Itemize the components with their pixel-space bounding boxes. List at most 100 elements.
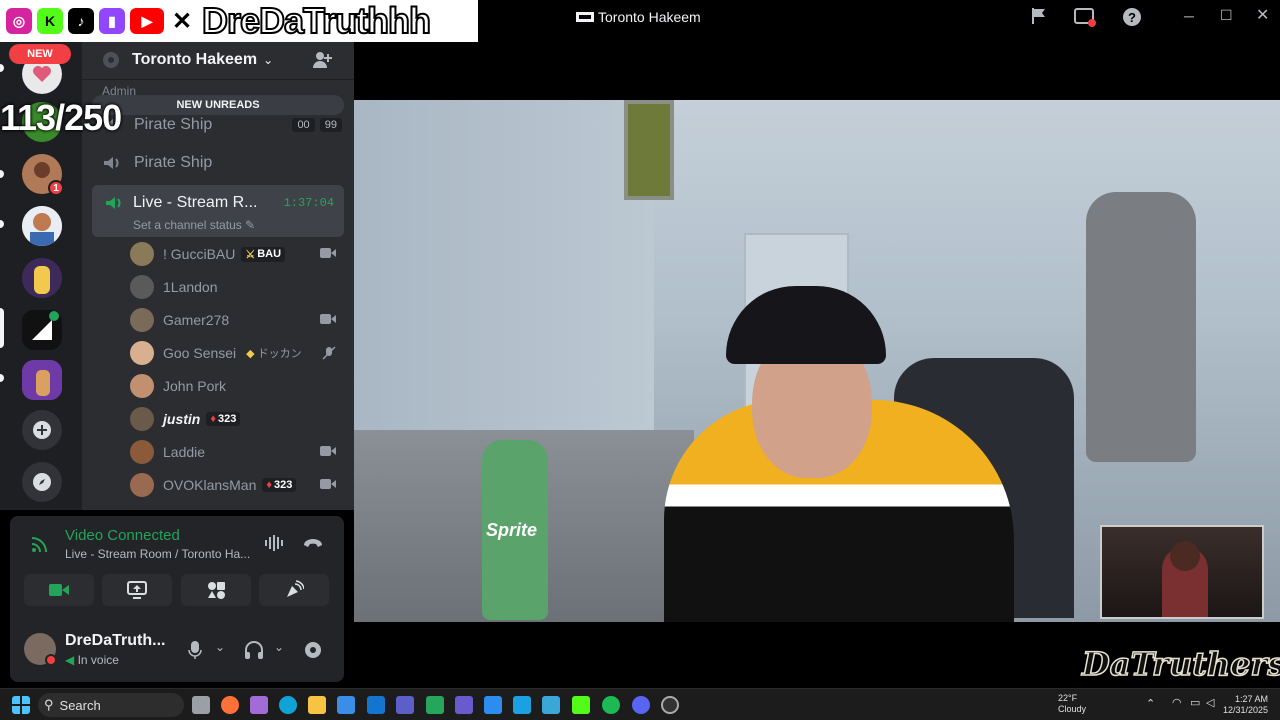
window bbox=[624, 100, 674, 200]
file-explorer-icon[interactable] bbox=[308, 696, 326, 714]
member-name: John Pork bbox=[163, 378, 227, 394]
server-icon-3[interactable]: 1 bbox=[22, 154, 64, 196]
avatar bbox=[130, 473, 154, 497]
user-status-text: In voice bbox=[77, 653, 119, 667]
volume-icon[interactable]: ◁ bbox=[1206, 696, 1214, 709]
plus-icon bbox=[33, 421, 51, 439]
server-notification-badge: 1 bbox=[48, 180, 64, 196]
voice-member[interactable]: OVOKlansMan ♦ 323 bbox=[130, 470, 344, 500]
server-header[interactable]: Toronto Hakeem ⌄ bbox=[82, 40, 354, 80]
avatar bbox=[130, 374, 154, 398]
soda-bottle: Sprite bbox=[482, 440, 548, 620]
voice-member[interactable]: Laddie bbox=[130, 437, 344, 467]
channel-status[interactable]: Set a channel status ✎ bbox=[133, 218, 255, 232]
avatar-icon bbox=[22, 206, 62, 246]
discord-icon[interactable] bbox=[632, 696, 650, 714]
channel-tag: 00 bbox=[292, 118, 315, 132]
voice-channel-link[interactable]: Live - Stream Room / Toronto Ha... bbox=[65, 547, 255, 561]
voice-member[interactable]: justin ♦ 323 bbox=[130, 404, 344, 434]
firefox-icon[interactable] bbox=[221, 696, 239, 714]
camera-icon bbox=[320, 446, 336, 456]
search-icon: ⚲ bbox=[44, 697, 54, 712]
add-server-button[interactable] bbox=[22, 410, 62, 450]
app-icon[interactable] bbox=[513, 696, 531, 714]
new-unreads-banner[interactable]: NEW UNREADS bbox=[92, 95, 344, 115]
help-icon[interactable]: ? bbox=[1122, 7, 1142, 27]
unread-pill bbox=[0, 64, 4, 72]
invite-people-icon[interactable] bbox=[312, 50, 332, 70]
wifi-icon[interactable]: ◠ bbox=[1172, 696, 1182, 709]
activities-button[interactable] bbox=[181, 574, 251, 606]
weather-widget[interactable]: 22°F Cloudy bbox=[1058, 693, 1086, 715]
instagram-icon: ◎ bbox=[6, 8, 32, 34]
headphones-icon[interactable] bbox=[244, 640, 264, 660]
network-icon[interactable]: ▭ bbox=[1190, 696, 1200, 709]
disconnect-icon[interactable] bbox=[302, 534, 324, 552]
channel-name: Pirate Ship bbox=[134, 116, 213, 133]
dnd-status-icon bbox=[45, 654, 57, 666]
channel-live-stream-room[interactable]: Live - Stream R... 1:37:04 Set a channel… bbox=[92, 185, 344, 237]
spotify-icon[interactable] bbox=[602, 696, 620, 714]
voice-member[interactable]: Goo Sensei ◆ ドッカン bbox=[130, 338, 344, 368]
teams-icon[interactable] bbox=[396, 696, 414, 714]
noise-suppression-icon[interactable] bbox=[264, 534, 286, 552]
member-badge: ♦ 323 bbox=[206, 412, 241, 426]
voice-member[interactable]: 1Landon bbox=[130, 272, 344, 302]
channel-tag: 99 bbox=[319, 118, 342, 132]
photos-icon[interactable] bbox=[542, 696, 560, 714]
microphone-icon[interactable] bbox=[188, 640, 202, 660]
voice-member[interactable]: ! GucciBAU ⚔ BAU bbox=[130, 239, 344, 269]
voice-member[interactable]: Gamer278 bbox=[130, 305, 344, 335]
gear-icon[interactable] bbox=[303, 640, 323, 660]
twitch-icon: ▮ bbox=[99, 8, 125, 34]
chevron-down-icon[interactable]: ⌄ bbox=[215, 640, 225, 654]
discover-button[interactable] bbox=[22, 462, 62, 502]
maximize-icon[interactable]: ☐ bbox=[1220, 7, 1233, 24]
clock-date: 12/31/2025 bbox=[1222, 705, 1268, 715]
inbox-icon[interactable] bbox=[1074, 7, 1096, 27]
user-name[interactable]: DreDaTruth... bbox=[65, 632, 165, 650]
soundboard-button[interactable] bbox=[259, 574, 329, 606]
camera-icon bbox=[320, 479, 336, 489]
flag-icon[interactable] bbox=[1030, 7, 1048, 25]
chevron-up-icon[interactable]: ⌃ bbox=[1146, 697, 1155, 710]
clock-time: 1:27 AM bbox=[1234, 694, 1268, 704]
kick-app-icon[interactable] bbox=[572, 696, 590, 714]
taskbar-search[interactable]: ⚲ Search bbox=[38, 693, 184, 717]
close-icon[interactable]: ✕ bbox=[1256, 5, 1269, 25]
windows-start-icon[interactable] bbox=[12, 696, 30, 714]
flame-icon: ♦ bbox=[210, 413, 216, 425]
obs-icon[interactable] bbox=[661, 696, 679, 714]
server-icon-4[interactable] bbox=[22, 206, 62, 246]
tiktok-icon: ♪ bbox=[68, 8, 94, 34]
avatar bbox=[130, 308, 154, 332]
minimize-icon[interactable]: ─ bbox=[1184, 8, 1194, 24]
server-icon-phantom[interactable] bbox=[22, 310, 62, 350]
avatar bbox=[130, 440, 154, 464]
game-icon[interactable] bbox=[426, 696, 444, 714]
member-badge-text: 323 bbox=[217, 413, 237, 425]
camera-icon bbox=[320, 314, 336, 324]
edge-icon[interactable] bbox=[279, 696, 297, 714]
store-icon[interactable] bbox=[337, 696, 355, 714]
outlook-icon[interactable] bbox=[367, 696, 385, 714]
chevron-down-icon[interactable]: ⌄ bbox=[274, 640, 284, 654]
server-icon-5[interactable] bbox=[22, 258, 62, 298]
camera-icon bbox=[49, 584, 69, 596]
webcam-overlay bbox=[1100, 525, 1264, 619]
channel-pirate-ship-2[interactable]: Pirate Ship bbox=[92, 147, 344, 179]
signal-icon[interactable] bbox=[30, 534, 50, 554]
voice-member[interactable]: John Pork bbox=[130, 371, 344, 401]
voice-connection-panel: Video Connected Live - Stream Room / Tor… bbox=[10, 516, 344, 618]
server-icon-7[interactable] bbox=[22, 360, 62, 400]
app-icon[interactable] bbox=[455, 696, 473, 714]
app-icon[interactable] bbox=[484, 696, 502, 714]
camera-button[interactable] bbox=[24, 574, 94, 606]
screen-share-button[interactable] bbox=[102, 574, 172, 606]
channel-status-text: Set a channel status bbox=[133, 218, 242, 232]
taskbar-clock[interactable]: 1:27 AM 12/31/2025 bbox=[1223, 694, 1268, 716]
compass-icon bbox=[33, 473, 51, 491]
task-view-icon[interactable] bbox=[192, 696, 210, 714]
in-voice-icon: ◀ bbox=[65, 653, 75, 667]
copilot-icon[interactable] bbox=[250, 696, 268, 714]
